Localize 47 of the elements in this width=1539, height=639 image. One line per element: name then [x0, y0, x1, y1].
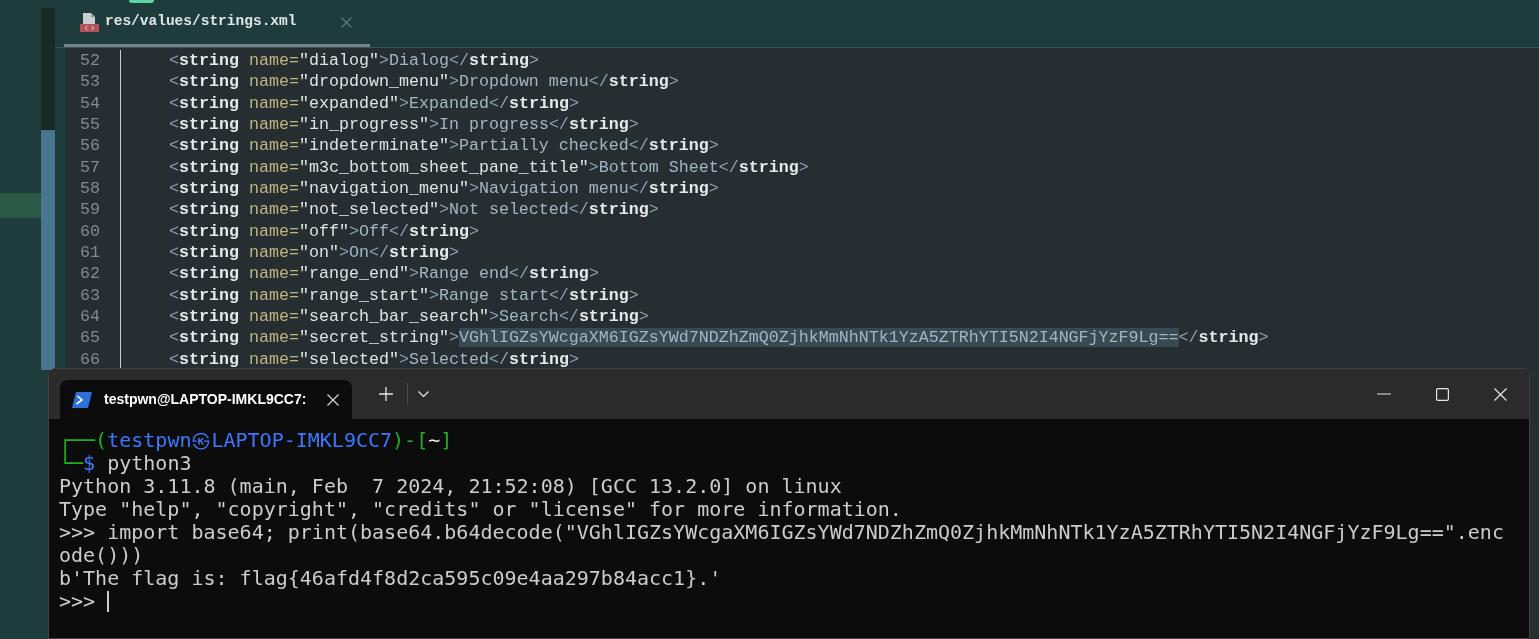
terminal-line: ode())) [59, 544, 144, 567]
terminal-tab[interactable]: testpwn@LAPTOP-IMKL9CC7: [60, 380, 352, 419]
line-number: 57 [80, 156, 100, 178]
plus-icon[interactable] [379, 387, 393, 401]
terminal-line: Python 3.11.8 (main, Feb 7 2024, 21:52:08) [GCC 13.2.0] on linux [59, 475, 842, 498]
code-line: <string name="m3c_bottom_sheet_pane_title">Bottom Sheet</string> [169, 156, 809, 178]
terminal-icon [72, 391, 92, 408]
tab-indicator [129, 0, 154, 3]
line-number: 55 [80, 114, 100, 136]
code-line: <string name="search_bar_search">Search</string> [169, 305, 649, 328]
code-line: <string name="expanded">Expanded</string> [169, 92, 579, 114]
scrollbar-thumb[interactable] [41, 130, 55, 370]
line-number: 52 [80, 50, 100, 72]
code-line: <string name="range_start">Range start</string> [169, 284, 639, 306]
code-line: <string name="on">On</string> [169, 241, 459, 264]
line-number: 65 [80, 327, 100, 349]
line-number: 58 [80, 177, 100, 200]
code-line: <string name="selected">Selected</string> [169, 348, 579, 370]
file-icon [80, 12, 99, 32]
code-line: <string name="off">Off</string> [169, 220, 479, 242]
code-line: <string name="dialog">Dialog</string> [169, 50, 539, 72]
code-line: <string name="not_selected">Not selected</string> [169, 199, 659, 221]
terminal-line: └─$ python3 [59, 452, 192, 475]
line-number: 54 [80, 92, 100, 114]
terminal-line: ┌──(testpwn㉿LAPTOP-IMKL9CC7)-[~] [59, 429, 453, 452]
line-number: 66 [80, 348, 100, 370]
code-line: <string name="in_progress">In progress</string> [169, 114, 639, 136]
line-number: 56 [80, 135, 100, 157]
line-number: 53 [80, 71, 100, 93]
code-line: <string name="navigation_menu">Navigation menu</string> [169, 177, 719, 200]
line-number: 60 [80, 220, 100, 242]
terminal-line: Type "help", "copyright", "credits" or "license" for more information. [59, 498, 902, 521]
code-line: <string name="range_end">Range end</string> [169, 263, 599, 285]
selection-highlight [0, 193, 41, 218]
line-number: 64 [80, 305, 100, 328]
line-number: 63 [80, 284, 100, 306]
line-number: 59 [80, 199, 100, 221]
code-line: <string name="indeterminate">Partially checked</string> [169, 135, 719, 157]
line-number: 62 [80, 263, 100, 285]
code-line: <string name="secret_string">VGhlIGZsYWcgaXM6IGZsYWd7NDZhZmQ0ZjhkMmNhNTk1YzA5ZTRhYTI5N2I4NGFjYzF9Lg==</string> [169, 327, 1269, 349]
maximize-icon[interactable] [1435, 387, 1449, 401]
terminal-line: >>> [59, 590, 96, 613]
terminal-line: b'The flag is: flag{46afd4f8d2ca595c09e4aa297b84acc1}.' [59, 567, 722, 590]
chevron-down-icon[interactable] [417, 391, 429, 397]
terminal-line: >>> import base64; print(base64.b64decode("VGhlIGZsYWcgaXM6IGZsYWd7NDZhZmQ0ZjhkMmNhNTk1YzA5ZTRhYTI5N2I4NGFjYzF9Lg==".enc [59, 521, 1504, 544]
line-number: 61 [80, 241, 100, 264]
code-line: <string name="dropdown_menu">Dropdown menu</string> [169, 71, 679, 93]
